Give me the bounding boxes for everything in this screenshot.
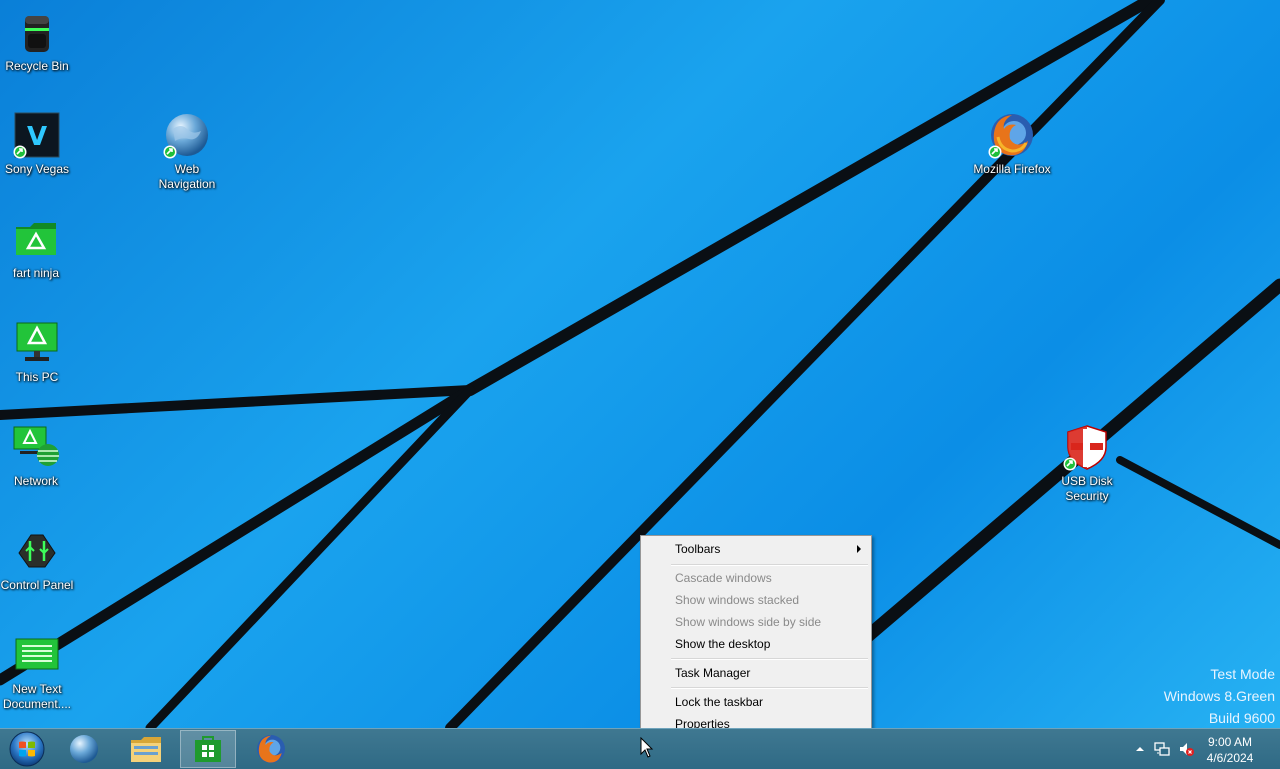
menu-item-cascade-windows[interactable]: Cascade windows [643, 567, 869, 589]
menu-item-toolbars[interactable]: Toolbars [643, 538, 869, 560]
mouse-cursor-icon [640, 737, 654, 758]
this-pc-icon [13, 319, 61, 367]
menu-item-label: Cascade windows [675, 571, 772, 585]
shortcut-arrow-icon [13, 145, 27, 159]
menu-item-label: Show windows stacked [675, 593, 800, 607]
desktop-icon-label: This PC [15, 370, 59, 384]
menu-item-label: Show windows side by side [675, 615, 822, 629]
system-tray: 9:00 AM 4/6/2024 [1120, 729, 1280, 769]
firefox-icon [988, 111, 1036, 159]
clock-time: 9:00 AM [1207, 735, 1253, 749]
usb-disk-security-icon [1063, 423, 1111, 471]
desktop-icon-this-pc[interactable]: This PC [0, 319, 77, 385]
desktop-icon-fart-ninja[interactable]: fart ninja [0, 215, 76, 281]
start-button[interactable] [2, 730, 52, 768]
desktop-icon-usb-disk-security[interactable]: USB Disk Security [1047, 423, 1127, 504]
menu-item-label: Task Manager [675, 666, 751, 680]
watermark-line: Windows 8.Green [1163, 688, 1275, 704]
menu-item-show-windows-stacked[interactable]: Show windows stacked [643, 589, 869, 611]
test-mode-watermark: Test Mode Windows 8.Green Build 9600 [1164, 663, 1275, 728]
show-hidden-icons-chevron-icon[interactable] [1132, 741, 1148, 757]
desktop-icon-label: Web Navigation [158, 162, 216, 191]
sony-vegas-icon: V [13, 111, 61, 159]
desktop-icon-label: Mozilla Firefox [973, 162, 1051, 176]
windows-store-icon [195, 736, 221, 762]
menu-separator [671, 687, 868, 689]
desktop-icon-label: Network [13, 474, 58, 488]
menu-item-label: Lock the taskbar [675, 695, 764, 709]
menu-separator [671, 564, 868, 566]
file-explorer-icon [131, 737, 161, 762]
menu-item-show-the-desktop[interactable]: Show the desktop [643, 633, 869, 655]
web-globe-icon [163, 111, 211, 159]
clock-date: 4/6/2024 [1206, 751, 1254, 765]
desktop-icon-web-navigation[interactable]: Web Navigation [147, 111, 227, 192]
taskbar-firefox-button[interactable] [243, 730, 299, 768]
text-document-icon [13, 631, 61, 679]
taskbar-store-button[interactable] [180, 730, 236, 768]
network-icon [12, 423, 60, 471]
taskbar-context-menu: Toolbars Cascade windows Show windows st… [640, 535, 872, 737]
desktop-icon-new-text-document[interactable]: New Text Document.... [0, 631, 77, 712]
menu-item-show-windows-side-by-side[interactable]: Show windows side by side [643, 611, 869, 633]
menu-separator [671, 658, 868, 660]
desktop-icon-label: Recycle Bin [5, 59, 69, 73]
control-panel-icon [13, 527, 61, 575]
watermark-line: Build 9600 [1208, 710, 1275, 726]
green-folder-icon [12, 215, 60, 263]
desktop-icon-recycle-bin[interactable]: Recycle Bin [0, 8, 77, 74]
taskbar-file-explorer-button[interactable] [118, 730, 174, 768]
shortcut-arrow-icon [1063, 457, 1077, 471]
menu-item-lock-the-taskbar[interactable]: Lock the taskbar [643, 691, 869, 713]
web-globe-icon [70, 735, 98, 763]
start-orb-icon [9, 731, 45, 767]
recycle-bin-icon [13, 8, 61, 56]
desktop-icon-label: New Text Document.... [2, 682, 72, 711]
submenu-arrow-icon [857, 545, 861, 553]
menu-item-task-manager[interactable]: Task Manager [643, 662, 869, 684]
desktop-icon-network[interactable]: Network [0, 423, 76, 489]
desktop-icon-label: Control Panel [0, 578, 74, 592]
firefox-icon [257, 735, 285, 763]
shortcut-arrow-icon [988, 145, 1002, 159]
network-status-icon[interactable] [1154, 741, 1170, 757]
shortcut-arrow-icon [163, 145, 177, 159]
desktop-icon-mozilla-firefox[interactable]: Mozilla Firefox [972, 111, 1052, 177]
desktop-icon-label: fart ninja [12, 266, 60, 280]
svg-text:V: V [27, 122, 47, 152]
speaker-muted-icon[interactable] [1178, 741, 1194, 757]
menu-item-label: Toolbars [675, 542, 721, 556]
desktop-icon-label: Sony Vegas [4, 162, 70, 176]
clock[interactable]: 9:00 AM 4/6/2024 [1200, 734, 1260, 766]
desktop-icon-sony-vegas[interactable]: V Sony Vegas [0, 111, 77, 177]
desktop-icon-control-panel[interactable]: Control Panel [0, 527, 77, 593]
desktop-icon-label: USB Disk Security [1061, 474, 1113, 503]
watermark-line: Test Mode [1210, 666, 1275, 682]
menu-item-label: Show the desktop [675, 637, 771, 651]
taskbar-web-navigation-button[interactable] [56, 730, 112, 768]
